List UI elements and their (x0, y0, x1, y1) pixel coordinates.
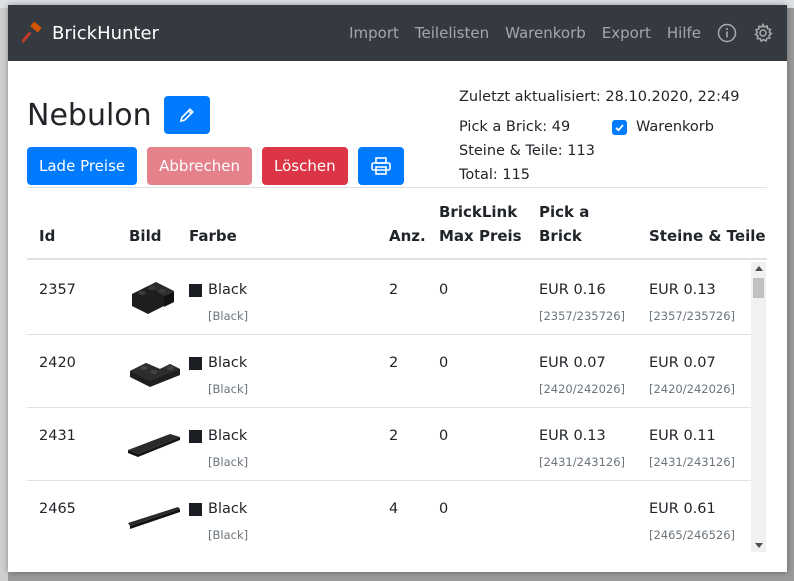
st-element-id: [2357/235726] (649, 309, 736, 323)
last-updated: Zuletzt aktualisiert: 28.10.2020, 22:49 (459, 89, 740, 105)
edit-button[interactable] (163, 96, 210, 134)
steine-teile-count: Steine & Teile: 113 (459, 143, 595, 159)
part-image (130, 363, 180, 387)
pab-price: EUR 0.13 (539, 428, 606, 444)
scroll-thumb[interactable] (753, 278, 764, 298)
max-price[interactable]: 0 (439, 282, 448, 298)
cancel-button[interactable]: Abbrechen (147, 147, 252, 185)
header-steine-teile[interactable]: Steine & Teile (649, 224, 766, 248)
color-code: [Black] (208, 309, 249, 323)
gear-icon[interactable] (753, 23, 773, 43)
action-buttons: Lade Preise Abbrechen Löschen (27, 147, 414, 185)
quantity: 2 (389, 428, 399, 444)
max-price[interactable]: 0 (439, 428, 448, 444)
pab-element-id: [2431/243126] (539, 455, 626, 469)
load-prices-button[interactable]: Lade Preise (27, 147, 138, 185)
st-element-id: [2465/246526] (649, 528, 736, 542)
table-row[interactable]: 2420 Black [Black] 2 0 EUR 0.07 [2420/24… (27, 335, 752, 408)
quantity: 4 (389, 501, 399, 517)
part-id: 2420 (39, 355, 76, 371)
scroll-up-arrow-icon[interactable] (755, 266, 763, 271)
print-button[interactable] (357, 147, 404, 185)
header-pab-2[interactable]: Brick (539, 224, 582, 248)
pab-element-id: [2420/242026] (539, 382, 626, 396)
header-id[interactable]: Id (39, 224, 55, 248)
part-id: 2431 (39, 428, 76, 444)
pab-price: EUR 0.07 (539, 355, 606, 371)
background-page (0, 8, 8, 581)
header-bricklink-1[interactable]: BrickLink (439, 200, 517, 224)
part-image (128, 507, 180, 529)
color-swatch (189, 284, 202, 297)
part-image (128, 434, 180, 457)
color-name: Black (208, 501, 248, 517)
table-row[interactable]: 2357 Black [Black] 2 0 EUR 0.16 [2357/23… (27, 262, 752, 335)
table-row[interactable]: 2465 Black [Black] 4 0 EUR 0.61 [2465/24… (27, 481, 752, 552)
printer-icon (370, 157, 391, 175)
quantity: 2 (389, 282, 399, 298)
brand[interactable]: BrickHunter (22, 22, 159, 44)
scroll-down-arrow-icon[interactable] (755, 543, 763, 548)
brick-hammer-icon (22, 22, 42, 43)
cart-toggle[interactable]: Warenkorb (612, 119, 714, 135)
header-image[interactable]: Bild (129, 224, 161, 248)
color-swatch (189, 503, 202, 516)
st-price: EUR 0.07 (649, 355, 716, 371)
nav-export[interactable]: Export (602, 24, 651, 42)
color-code: [Black] (208, 528, 249, 542)
nav-warenkorb[interactable]: Warenkorb (505, 24, 586, 42)
st-price: EUR 0.13 (649, 282, 716, 298)
total-count: Total: 115 (459, 167, 531, 183)
pab-element-id: [2357/235726] (539, 309, 626, 323)
max-price[interactable]: 0 (439, 355, 448, 371)
nav-menu: Import Teilelisten Warenkorb Export Hilf… (333, 5, 787, 61)
st-price: EUR 0.61 (649, 501, 716, 517)
title-row: Nebulon (27, 96, 210, 134)
pencil-icon (179, 108, 194, 123)
header-bricklink-2[interactable]: Max Preis (439, 224, 522, 248)
color-swatch (189, 357, 202, 370)
table-row[interactable]: 2431 Black [Black] 2 0 EUR 0.13 [2431/24… (27, 408, 752, 481)
table-body: 2357 Black [Black] 2 0 EUR 0.16 [2357/23… (27, 262, 767, 552)
color-code: [Black] (208, 455, 249, 469)
color-name: Black (208, 428, 248, 444)
st-element-id: [2420/242026] (649, 382, 736, 396)
delete-button[interactable]: Löschen (262, 147, 348, 185)
st-element-id: [2431/243126] (649, 455, 736, 469)
part-image (132, 282, 174, 314)
color-swatch (189, 430, 202, 443)
header-color[interactable]: Farbe (189, 224, 237, 248)
cart-label: Warenkorb (636, 119, 714, 135)
info-icon[interactable] (717, 23, 737, 43)
quantity: 2 (389, 355, 399, 371)
nav-hilfe[interactable]: Hilfe (667, 24, 701, 42)
table-header: Id Bild Farbe Anz. BrickLink Max Preis P… (27, 188, 767, 260)
pick-a-brick-count: Pick a Brick: 49 (459, 119, 571, 135)
pab-price: EUR 0.16 (539, 282, 606, 298)
extension-popup: BrickHunter Import Teilelisten Warenkorb… (8, 5, 787, 572)
color-name: Black (208, 282, 248, 298)
cart-checkbox[interactable] (612, 119, 627, 135)
nav-teilelisten[interactable]: Teilelisten (415, 24, 489, 42)
page-title: Nebulon (27, 97, 152, 133)
table-scrollbar[interactable] (751, 262, 766, 552)
color-name: Black (208, 355, 248, 371)
header-pab-1[interactable]: Pick a (539, 200, 589, 224)
st-price: EUR 0.11 (649, 428, 716, 444)
navbar: BrickHunter Import Teilelisten Warenkorb… (8, 5, 787, 61)
header-qty[interactable]: Anz. (389, 224, 426, 248)
max-price[interactable]: 0 (439, 501, 448, 517)
color-code: [Black] (208, 382, 249, 396)
part-id: 2357 (39, 282, 76, 298)
part-id: 2465 (39, 501, 76, 517)
checkmark-icon (615, 123, 624, 132)
nav-import[interactable]: Import (349, 24, 399, 42)
brand-name: BrickHunter (52, 22, 159, 44)
